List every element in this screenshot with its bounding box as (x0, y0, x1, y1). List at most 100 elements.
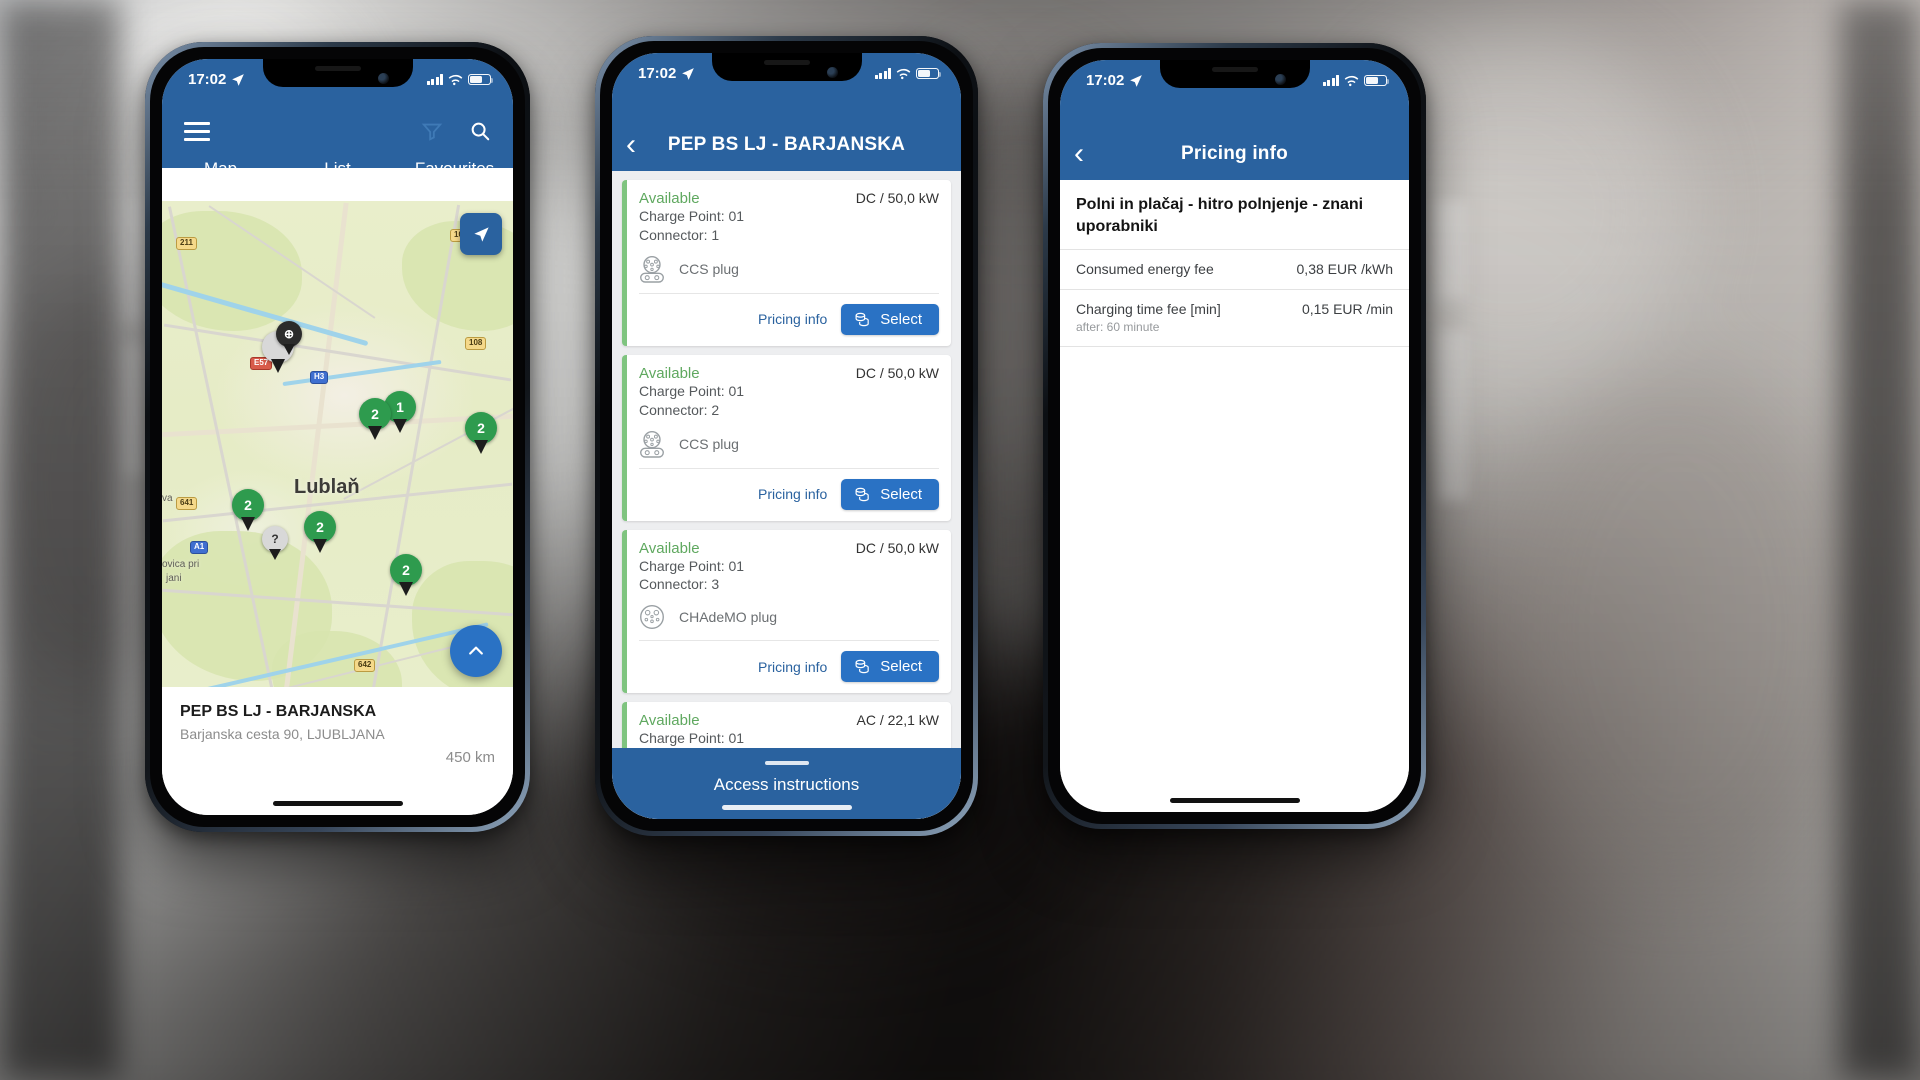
chevron-left-icon[interactable]: ‹ (626, 130, 660, 160)
coins-stack-icon (855, 312, 870, 327)
status-time: 17:02 (1086, 72, 1125, 89)
connector-list[interactable]: Available Charge Point: 01 Connector: 1 … (612, 171, 961, 819)
wifi-icon (1344, 75, 1359, 86)
charge-point-label: Charge Point: 01 (639, 730, 745, 747)
select-button[interactable]: Select (841, 651, 939, 683)
battery-icon (468, 73, 494, 86)
map-marker[interactable]: 2 (232, 489, 264, 531)
map-marker[interactable]: 2 (304, 511, 336, 553)
phone-map: 17:02 Map List Favourites 211 H3 108 641… (145, 42, 530, 832)
pricing-row-value: 0,15 EUR /min (1301, 301, 1393, 318)
connector-status: Available (639, 539, 700, 557)
charge-point-label: Charge Point: 01 (639, 208, 745, 224)
ccs-plug-icon (640, 255, 664, 283)
pricing-navbar: ‹ Pricing info (1060, 128, 1409, 180)
notch (711, 53, 862, 81)
station-summary-card[interactable]: PEP BS LJ - BARJANSKA Barjanska cesta 90… (162, 687, 513, 815)
chademo-plug-icon (640, 605, 664, 630)
pricing-row-sublabel: after: 60 minute (1076, 320, 1160, 335)
locate-me-button[interactable] (460, 213, 502, 255)
expand-list-button[interactable] (450, 625, 502, 677)
map-tabbar: Map List Favourites (162, 151, 513, 192)
location-arrow-icon (232, 73, 245, 86)
status-time: 17:02 (638, 65, 677, 82)
cellular-signal-icon (1322, 75, 1339, 86)
pricing-info-link[interactable]: Pricing info (758, 659, 827, 675)
map-marker[interactable]: 2 (390, 554, 422, 596)
road-shield: 211 (176, 237, 197, 250)
location-arrow-icon (682, 67, 695, 80)
navigate-icon (473, 226, 489, 242)
select-button-label: Select (880, 485, 922, 503)
access-instructions-label: Access instructions (713, 775, 860, 794)
connector-power: DC / 50,0 kW (855, 539, 939, 556)
connector-status: Available (639, 190, 700, 207)
station-name: PEP BS LJ - BARJANSKA (180, 703, 377, 720)
connector-label: Connector: 3 (639, 576, 720, 593)
chevron-up-icon (469, 646, 483, 655)
select-button[interactable]: Select (841, 478, 939, 510)
page-title: PEP BS LJ - BARJANSKA (667, 134, 906, 155)
search-icon[interactable] (469, 120, 491, 142)
map-view[interactable]: 211 104 H3 108 641 E57 A1 642 106 Lublaň… (162, 201, 513, 687)
connector-power: DC / 50,0 kW (855, 190, 939, 206)
tab-favourites[interactable]: Favourites (396, 151, 513, 192)
pricing-row-label: Consumed energy fee (1076, 261, 1214, 278)
road-shield: 108 (465, 337, 487, 350)
map-marker[interactable]: 2 (359, 398, 391, 440)
tab-list[interactable]: List (279, 151, 396, 192)
station-distance: 450 km (445, 749, 495, 766)
plug-type-label: CCS plug (679, 435, 739, 452)
connector-power: DC / 50,0 kW (855, 364, 939, 381)
phone-pricing-screen: 17:02 ‹ Pricing info Polni in plačaj - h… (1060, 60, 1409, 812)
chevron-left-icon[interactable]: ‹ (1074, 139, 1108, 169)
cellular-signal-icon (874, 68, 891, 79)
select-button[interactable]: Select (841, 303, 939, 335)
home-indicator (272, 801, 403, 806)
hamburger-menu-icon[interactable] (184, 121, 210, 141)
tariff-title: Polni in plačaj - hitro polnjenje - znan… (1076, 196, 1364, 235)
notch (262, 59, 413, 87)
map-topnav (162, 109, 513, 153)
charge-point-label: Charge Point: 01 (639, 557, 745, 574)
road-shield: 642 (354, 659, 376, 672)
phone-list-screen: 17:02 ‹ PEP BS LJ - BARJANSKA Available … (612, 53, 961, 819)
pricing-info-body: Polni in plačaj - hitro polnjenje - znan… (1060, 180, 1409, 812)
pricing-row: Consumed energy fee 0,38 EUR /kWh (1060, 249, 1409, 289)
phone-map-screen: 17:02 Map List Favourites 211 H3 108 641… (162, 59, 513, 815)
phone-connector-list: 17:02 ‹ PEP BS LJ - BARJANSKA Available … (595, 36, 978, 836)
connector-card[interactable]: Available Charge Point: 01 Connector: 3 … (622, 529, 951, 694)
map-marker[interactable]: ⊕ (276, 321, 302, 355)
wifi-icon (448, 74, 463, 85)
filter-icon[interactable] (421, 120, 443, 142)
battery-icon (916, 67, 942, 80)
status-time: 17:02 (188, 71, 227, 88)
connector-power: AC / 22,1 kW (856, 712, 939, 729)
connector-card[interactable]: Available Charge Point: 01 Connector: 2 … (622, 354, 951, 521)
road-shield: H3 (310, 371, 329, 384)
charge-point-label: Charge Point: 01 (639, 382, 745, 399)
battery-icon (1364, 74, 1390, 87)
connector-card[interactable]: Available Charge Point: 01 Connector: 1 … (622, 180, 951, 346)
pricing-info-link[interactable]: Pricing info (758, 311, 827, 327)
map-marker[interactable]: 2 (465, 412, 497, 454)
select-button-label: Select (880, 658, 922, 676)
drag-handle[interactable] (764, 761, 809, 765)
list-navbar: ‹ PEP BS LJ - BARJANSKA (612, 119, 961, 171)
ccs-plug-icon (640, 430, 664, 458)
station-address: Barjanska cesta 90, LJUBLJANA (180, 726, 385, 742)
pricing-row-label: Charging time fee [min] (1076, 301, 1221, 318)
road-shield: A1 (190, 541, 209, 554)
pricing-info-link[interactable]: Pricing info (758, 486, 827, 502)
home-indicator (1169, 798, 1300, 803)
tab-map[interactable]: Map (162, 151, 279, 192)
coins-stack-icon (855, 487, 870, 501)
home-indicator (721, 805, 852, 810)
road-shield: 641 (176, 497, 198, 510)
connector-label: Connector: 1 (639, 226, 720, 243)
connector-label: Connector: 2 (639, 401, 720, 418)
plug-type-label: CHAdeMO plug (679, 609, 778, 626)
plug-type-label: CCS plug (679, 260, 739, 277)
pricing-row: Charging time fee [min] after: 60 minute… (1060, 289, 1409, 346)
map-marker-unknown[interactable]: ? (262, 526, 288, 560)
